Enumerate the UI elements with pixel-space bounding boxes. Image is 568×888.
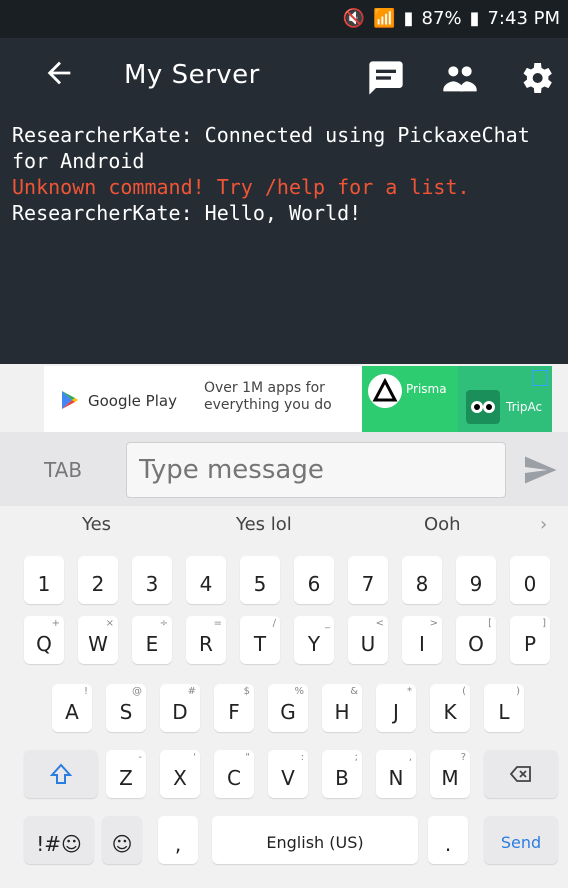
tab-key-button[interactable]: TAB [44, 458, 82, 482]
key-t[interactable]: / T [240, 616, 280, 664]
key-0[interactable]: 0 [510, 556, 550, 604]
chat-icon[interactable] [366, 58, 406, 98]
key-c[interactable]: " C [214, 750, 254, 798]
key-l[interactable]: ) L [484, 684, 524, 732]
key-g[interactable]: % G [268, 684, 308, 732]
ad-copy-line1: Over 1M apps for [204, 380, 325, 396]
ad-app-tile-prisma[interactable]: Prisma [362, 366, 458, 432]
key-d[interactable]: # D [160, 684, 200, 732]
key-z[interactable]: -Z [106, 750, 146, 798]
message-field[interactable] [126, 442, 529, 498]
ad-copy-line2: everything you do [204, 397, 332, 413]
status-bar: 🔇 📶 ▮ 87% ▮ 7:43 PM [0, 0, 568, 38]
emoji-key[interactable]: ☺ [102, 816, 142, 864]
chat-message: ResearcherKate: Hello, World! [12, 201, 362, 225]
battery-icon: ▮ [469, 8, 480, 29]
key-k[interactable]: (K [430, 684, 470, 732]
backspace-key[interactable] [484, 750, 558, 798]
key-p[interactable]: ] P [510, 616, 550, 664]
ad-banner[interactable]: Google Play Over 1M apps for everything … [44, 366, 552, 432]
suggestion-item[interactable]: Yes [82, 514, 111, 535]
key-f[interactable]: $ F [214, 684, 254, 732]
keyboard-send-key[interactable]: Send [484, 816, 558, 864]
ad-app-name: Prisma [406, 382, 447, 396]
chat-message: ResearcherKate: Connected using PickaxeC… [12, 123, 530, 173]
chat-error-message: Unknown command! Try /help for a list. [12, 175, 470, 199]
key-o[interactable]: [O [456, 616, 496, 664]
suggestion-strip: Yes Yes lol Ooh › [0, 506, 568, 546]
ad-store-name: Google Play [88, 392, 177, 410]
ad-copy: Over 1M apps for everything you do [204, 380, 332, 414]
prisma-logo-icon [368, 374, 402, 408]
tripadvisor-owl-icon [466, 390, 500, 424]
key-u[interactable]: < U [348, 616, 388, 664]
message-input[interactable] [127, 443, 529, 497]
settings-gear-icon[interactable] [516, 58, 556, 98]
suggestion-item[interactable]: Ooh [424, 514, 461, 535]
key-a[interactable]: ! A [52, 684, 92, 732]
key-1[interactable]: 1 [24, 556, 64, 604]
symbols-key[interactable]: !#☺ [24, 816, 94, 864]
key-n[interactable]: ,N [376, 750, 416, 798]
battery-percent: 87% [421, 8, 462, 29]
suggestion-item[interactable]: Yes lol [236, 514, 292, 535]
ad-choices-icon[interactable] [532, 370, 548, 386]
mute-icon: 🔇 [342, 8, 366, 29]
comma-key[interactable]: , [158, 816, 198, 864]
key-4[interactable]: 4 [186, 556, 226, 604]
chevron-right-icon[interactable]: › [540, 514, 547, 535]
message-input-bar: TAB [0, 432, 568, 506]
backspace-icon [509, 766, 531, 782]
shift-arrow-icon [49, 763, 73, 784]
key-5[interactable]: 5 [240, 556, 280, 604]
key-e[interactable]: ÷ E [132, 616, 172, 664]
key-3[interactable]: 3 [132, 556, 172, 604]
key-h[interactable]: & H [322, 684, 362, 732]
send-icon[interactable] [522, 452, 558, 488]
key-s[interactable]: @ S [106, 684, 146, 732]
google-play-icon [62, 391, 78, 409]
key-8[interactable]: 8 [402, 556, 442, 604]
app-bar: My Server [0, 38, 568, 116]
key-j[interactable]: * J [376, 684, 416, 732]
back-arrow-icon[interactable] [42, 56, 76, 90]
spacebar-key[interactable]: English (US) [212, 816, 418, 864]
shift-key[interactable] [24, 750, 98, 798]
status-icons: 🔇 📶 ▮ 87% ▮ 7:43 PM [343, 8, 560, 29]
key-7[interactable]: 7 [348, 556, 388, 604]
key-m[interactable]: ? M [430, 750, 470, 798]
page-title: My Server [124, 60, 260, 90]
chat-log: ResearcherKate: Connected using PickaxeC… [0, 116, 568, 364]
key-r[interactable]: = R [186, 616, 226, 664]
key-i[interactable]: > I [402, 616, 442, 664]
period-key[interactable]: . [428, 816, 468, 864]
key-q[interactable]: + Q [24, 616, 64, 664]
key-v[interactable]: :V [268, 750, 308, 798]
people-icon[interactable] [440, 58, 480, 98]
key-6[interactable]: 6 [294, 556, 334, 604]
wifi-icon: 📶 [373, 8, 396, 29]
key-2[interactable]: 2 [78, 556, 118, 604]
key-y[interactable]: _ Y [294, 616, 334, 664]
key-b[interactable]: ; B [322, 750, 362, 798]
clock: 7:43 PM [487, 8, 560, 29]
key-w[interactable]: × W [78, 616, 118, 664]
soft-keyboard: 1 2 3 4 5 6 7 8 9 0 + Q × W ÷ E = R / T _ Y < U… [0, 546, 568, 888]
signal-icon: ▮ [403, 8, 414, 29]
key-x[interactable]: ' X [160, 750, 200, 798]
ad-app-name: TripAc [506, 400, 543, 414]
key-9[interactable]: 9 [456, 556, 496, 604]
